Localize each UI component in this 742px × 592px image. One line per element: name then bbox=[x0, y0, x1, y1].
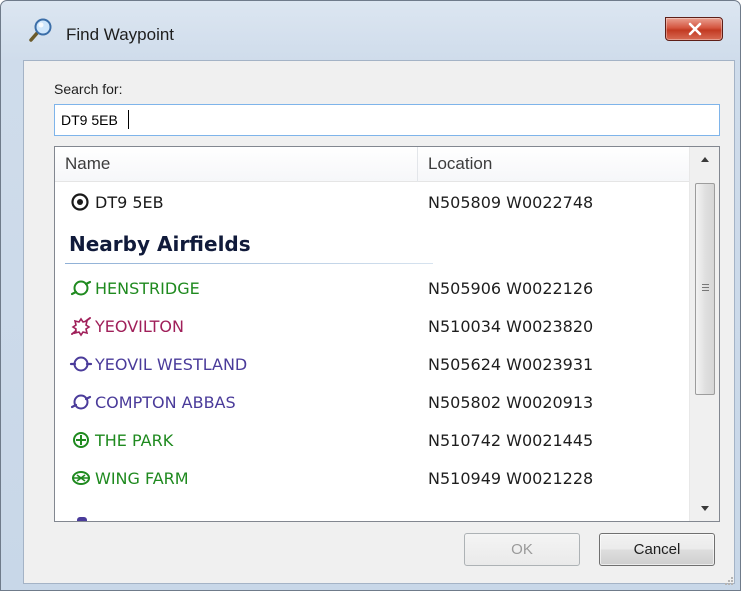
text-caret bbox=[128, 110, 129, 129]
airfield-civil-icon bbox=[69, 391, 93, 413]
list-item-yeovilton[interactable]: YEOVILTON N510034 W0023820 bbox=[55, 311, 689, 341]
cancel-button[interactable]: Cancel bbox=[599, 533, 715, 566]
list-item-compton-abbas[interactable]: COMPTON ABBAS N505802 W0020913 bbox=[55, 387, 689, 417]
group-heading: Nearby Airfields bbox=[69, 232, 251, 256]
title-bar[interactable]: Find Waypoint bbox=[1, 1, 740, 59]
search-label: Search for: bbox=[54, 81, 123, 97]
grip-line bbox=[702, 284, 709, 285]
airfield-location: N505906 W0022126 bbox=[428, 279, 594, 298]
airfield-location: N510034 W0023820 bbox=[428, 317, 594, 336]
arrow-up-icon bbox=[701, 157, 709, 162]
close-icon bbox=[688, 22, 702, 36]
group-divider bbox=[65, 263, 433, 264]
airfield-name: WING FARM bbox=[95, 469, 189, 488]
airfield-location: N505624 W0023931 bbox=[428, 355, 594, 374]
waypoint-name: DT9 5EB bbox=[95, 193, 164, 212]
grip-line bbox=[702, 290, 709, 291]
list-header: Name Location bbox=[55, 147, 689, 182]
airstrip-icon bbox=[69, 429, 93, 451]
arrow-down-icon bbox=[701, 506, 709, 511]
search-input[interactable] bbox=[54, 104, 720, 136]
airfield-name: YEOVILTON bbox=[95, 317, 184, 336]
airfield-location: N510742 W0021445 bbox=[428, 431, 594, 450]
target-icon bbox=[69, 191, 93, 213]
airfield-name: YEOVIL WESTLAND bbox=[95, 355, 248, 374]
scroll-up-button[interactable] bbox=[690, 147, 719, 173]
airfield-location: N510949 W0021228 bbox=[428, 469, 594, 488]
search-result-row[interactable]: DT9 5EB N505809 W0022748 bbox=[55, 187, 689, 217]
airfield-military-icon bbox=[69, 315, 93, 337]
airfield-name: THE PARK bbox=[95, 431, 174, 450]
partial-row-icon bbox=[77, 517, 87, 521]
airfield-location: N505802 W0020913 bbox=[428, 393, 594, 412]
column-header-location[interactable]: Location bbox=[428, 154, 492, 174]
scroll-thumb[interactable] bbox=[695, 183, 715, 395]
close-button[interactable] bbox=[665, 17, 723, 41]
airfield-name: COMPTON ABBAS bbox=[95, 393, 236, 412]
airfield-civil-icon bbox=[69, 277, 93, 299]
magnifier-icon bbox=[27, 17, 53, 43]
find-waypoint-dialog: Find Waypoint Search for: Name Location bbox=[0, 0, 741, 591]
list-item-yeovil-westland[interactable]: YEOVIL WESTLAND N505624 W0023931 bbox=[55, 349, 689, 379]
ok-button[interactable]: OK bbox=[464, 533, 580, 566]
airfield-civil-icon bbox=[69, 353, 93, 375]
airfield-name: HENSTRIDGE bbox=[95, 279, 200, 298]
column-divider[interactable] bbox=[417, 147, 418, 182]
column-header-name[interactable]: Name bbox=[65, 154, 110, 174]
scroll-down-button[interactable] bbox=[690, 495, 719, 521]
waypoint-location: N505809 W0022748 bbox=[428, 193, 594, 212]
resize-grip[interactable] bbox=[724, 571, 734, 585]
window-title: Find Waypoint bbox=[66, 25, 175, 44]
grip-line bbox=[702, 287, 709, 288]
vertical-scrollbar[interactable] bbox=[689, 147, 719, 521]
airfield-grass-icon bbox=[69, 467, 93, 489]
waypoint-list[interactable]: Name Location DT9 5EB N505809 W0022748 N… bbox=[54, 146, 720, 522]
list-item-wing-farm[interactable]: WING FARM N510949 W0021228 bbox=[55, 463, 689, 493]
list-item-the-park[interactable]: THE PARK N510742 W0021445 bbox=[55, 425, 689, 455]
list-item-henstridge[interactable]: HENSTRIDGE N505906 W0022126 bbox=[55, 273, 689, 303]
dialog-body: Search for: Name Location DT9 5EB N50580… bbox=[23, 60, 735, 585]
